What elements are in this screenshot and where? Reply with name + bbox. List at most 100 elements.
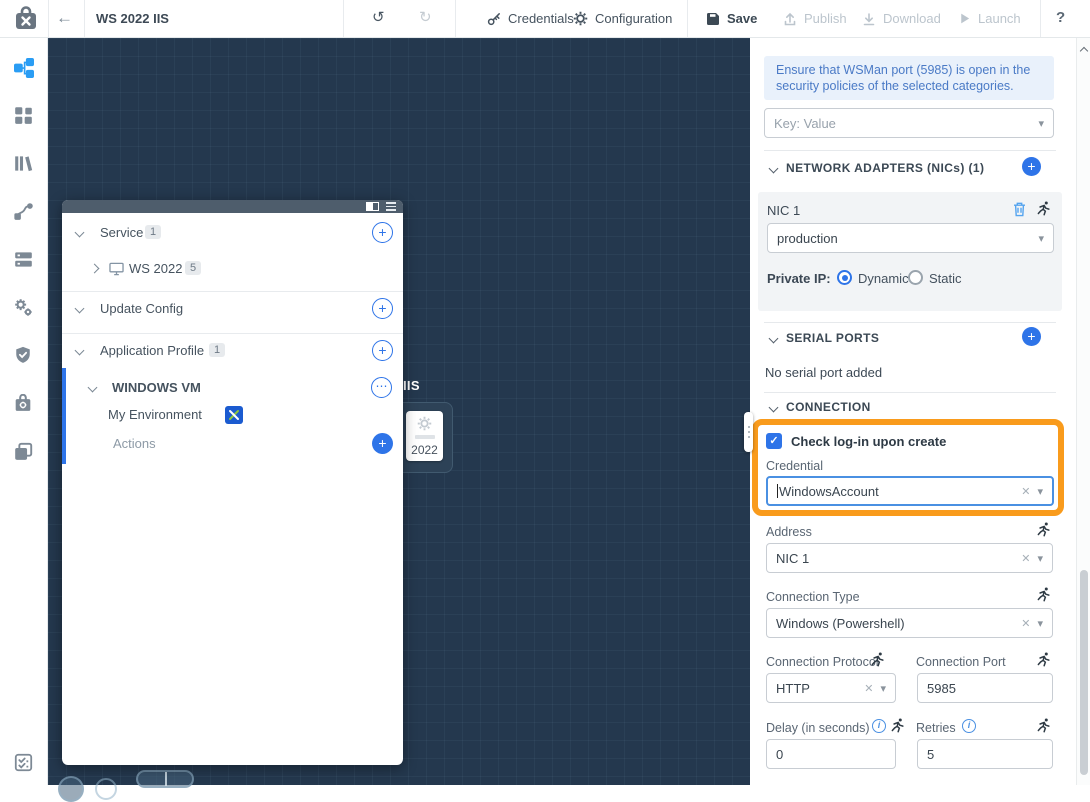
list-view-icon[interactable]	[386, 202, 396, 211]
connection-header[interactable]: CONNECTION	[786, 400, 871, 414]
runtime-editable-icon[interactable]	[1036, 587, 1051, 602]
clear-icon[interactable]: ✕	[864, 682, 873, 695]
tree-row-application-profile[interactable]: Application Profile 1 +	[62, 340, 403, 362]
runtime-editable-icon[interactable]	[1036, 201, 1051, 216]
tree-row-my-environment[interactable]: My Environment	[62, 404, 403, 426]
nav-infrastructure-icon[interactable]	[14, 250, 34, 270]
tree-row-actions[interactable]: Actions +	[62, 433, 403, 455]
save-button[interactable]: Save	[706, 0, 757, 37]
environment-x-icon	[225, 406, 243, 424]
tree-label-actions[interactable]: Actions	[113, 436, 156, 451]
retries-input[interactable]	[927, 747, 1043, 762]
divider	[62, 291, 403, 292]
configuration-button[interactable]: Configuration	[573, 0, 672, 37]
count-badge: 1	[145, 225, 161, 239]
nav-library-icon[interactable]	[14, 154, 34, 174]
radio-static[interactable]	[908, 270, 923, 285]
chevron-right-icon[interactable]	[90, 264, 100, 274]
categories-placeholder: Key: Value	[774, 116, 1038, 131]
vm-config-panel: Ensure that WSMan port (5985) is open in…	[750, 38, 1090, 785]
tree-label-update-config[interactable]: Update Config	[100, 301, 183, 316]
radio-static-label[interactable]: Static	[929, 271, 962, 286]
protocol-select[interactable]: HTTP ✕ ▾	[766, 673, 896, 703]
address-select[interactable]: NIC 1 ✕ ▾	[766, 543, 1053, 573]
download-button[interactable]: Download	[862, 0, 941, 37]
tree-label-service[interactable]: Service	[100, 225, 143, 240]
tree-row-service[interactable]: Service 1 +	[62, 222, 403, 244]
tree-label-application-profile[interactable]: Application Profile	[100, 343, 204, 358]
tree-label-my-environment[interactable]: My Environment	[108, 407, 202, 422]
profile-more-button[interactable]: ⋯	[371, 377, 392, 398]
tree-row-windows-vm[interactable]: WINDOWS VM ⋯	[62, 377, 403, 399]
chevron-down-icon[interactable]	[769, 164, 779, 174]
chevron-down-icon[interactable]	[75, 228, 85, 238]
help-button[interactable]: ?	[1056, 9, 1065, 26]
tree-row-ws2022[interactable]: WS 2022 5	[62, 258, 403, 280]
chevron-down-icon[interactable]	[88, 383, 98, 393]
connection-type-select[interactable]: Windows (Powershell) ✕ ▾	[766, 608, 1053, 638]
nav-marketplace-bag-icon[interactable]	[14, 394, 34, 414]
clear-icon[interactable]: ✕	[1021, 485, 1030, 498]
clear-icon[interactable]: ✕	[1021, 552, 1030, 565]
canvas-zoom-button[interactable]	[58, 776, 84, 802]
launch-button[interactable]: Launch	[958, 0, 1021, 37]
wsman-info-banner: Ensure that WSMan port (5985) is open in…	[764, 56, 1054, 100]
runtime-editable-icon[interactable]	[1036, 522, 1051, 537]
chevron-down-icon[interactable]	[75, 346, 85, 356]
delete-nic-icon[interactable]	[1013, 202, 1026, 222]
collapse-panel-icon[interactable]	[366, 202, 379, 211]
nic-network-select[interactable]: production ▾	[767, 223, 1054, 253]
scroll-up-arrow[interactable]	[1079, 47, 1087, 55]
undo-icon[interactable]: ↺	[372, 9, 385, 27]
port-input[interactable]	[927, 681, 1043, 696]
canvas-zoom-out-button[interactable]	[95, 778, 117, 800]
add-serial-port-button[interactable]: +	[1022, 327, 1041, 346]
check-login-label[interactable]: Check log-in upon create	[791, 434, 946, 449]
runtime-editable-icon[interactable]	[890, 718, 905, 733]
nav-topology-icon[interactable]	[14, 58, 34, 78]
tree-row-update-config[interactable]: Update Config +	[62, 298, 403, 320]
chevron-down-icon[interactable]	[75, 304, 85, 314]
redo-icon[interactable]: ↻	[419, 9, 432, 27]
runtime-editable-icon[interactable]	[870, 652, 885, 667]
nav-projects-icon[interactable]	[14, 442, 34, 462]
credentials-button[interactable]: Credentials	[487, 0, 574, 37]
chevron-down-icon: ▾	[1038, 117, 1044, 130]
add-profile-button[interactable]: +	[372, 340, 393, 361]
network-adapters-header[interactable]: NETWORK ADAPTERS (NICs) (1)	[786, 161, 984, 175]
categories-select[interactable]: Key: Value ▾	[764, 108, 1054, 138]
check-login-checkbox[interactable]: ✓	[766, 433, 782, 449]
chevron-down-icon[interactable]	[769, 403, 779, 413]
nav-gears-icon[interactable]	[14, 298, 34, 318]
canvas-fit-toggle[interactable]	[136, 770, 194, 788]
nav-shield-check-icon[interactable]	[14, 346, 34, 366]
back-button[interactable]: ←	[56, 8, 73, 28]
credential-label: Credential	[766, 459, 823, 473]
add-update-config-button[interactable]: +	[372, 298, 393, 319]
runtime-editable-icon[interactable]	[1036, 718, 1051, 733]
publish-button[interactable]: Publish	[783, 0, 847, 37]
add-action-button[interactable]: +	[372, 433, 393, 454]
service-node-tile[interactable]: 2022	[406, 411, 443, 461]
runtime-editable-icon[interactable]	[1036, 652, 1051, 667]
blueprint-bag-icon[interactable]	[12, 5, 40, 33]
nav-flow-icon[interactable]	[14, 202, 34, 222]
serial-ports-header[interactable]: SERIAL PORTS	[786, 331, 879, 345]
tree-label-ws2022[interactable]: WS 2022	[129, 261, 182, 276]
add-nic-button[interactable]: +	[1022, 157, 1041, 176]
tree-label-windows-vm[interactable]: WINDOWS VM	[112, 380, 201, 395]
service-thumbnail-bar	[415, 435, 435, 439]
panel-resize-handle[interactable]	[744, 412, 753, 452]
delay-input[interactable]	[776, 747, 886, 762]
key-icon	[487, 12, 501, 26]
scrollbar-thumb[interactable]	[1080, 570, 1088, 775]
clear-icon[interactable]: ✕	[1021, 617, 1030, 630]
chevron-down-icon[interactable]	[769, 334, 779, 344]
retries-label: Retries	[916, 721, 956, 735]
nav-audit-checklist-icon[interactable]	[14, 753, 34, 773]
add-service-button[interactable]: +	[372, 222, 393, 243]
radio-dynamic[interactable]	[837, 270, 852, 285]
nav-apps-grid-icon[interactable]	[14, 106, 34, 126]
radio-dynamic-label[interactable]: Dynamic	[858, 271, 909, 286]
credential-select[interactable]: WindowsAccount ✕ ▾	[766, 476, 1054, 506]
